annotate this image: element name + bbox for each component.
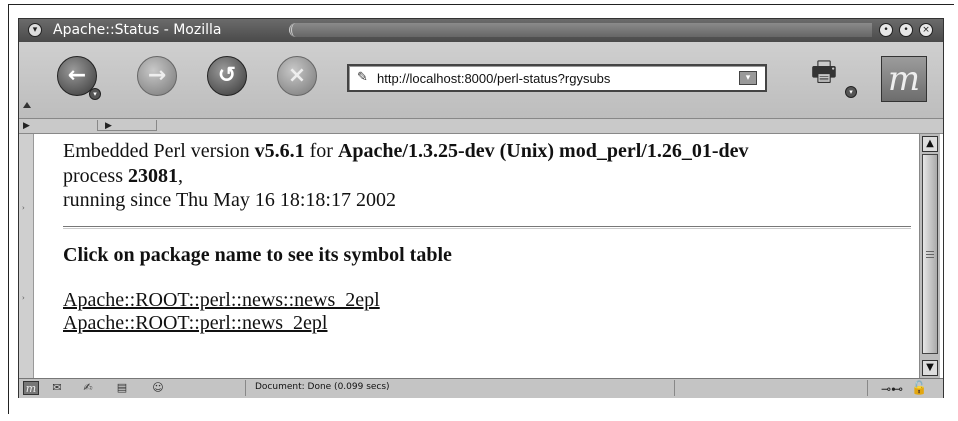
sidebar-grippy[interactable]: › ›	[19, 134, 34, 378]
back-arrow-icon: ←	[67, 63, 87, 88]
title-bar: ▾ Apache::Status - Mozilla • • ×	[19, 19, 943, 42]
process-suffix: ,	[177, 165, 183, 187]
close-icon[interactable]: ×	[919, 23, 933, 37]
status-divider	[674, 380, 675, 396]
address-book-icon[interactable]: ▤	[111, 381, 133, 395]
process-prefix: process	[63, 165, 128, 187]
status-divider	[867, 380, 868, 396]
scrollbar-thumb[interactable]	[922, 154, 938, 354]
stop-button[interactable]: ×	[277, 56, 317, 96]
window-title: Apache::Status - Mozilla	[53, 22, 222, 38]
toolbar-expand-icon-2[interactable]: ▶	[105, 121, 112, 131]
navigation-toolbar: ← ▾ → ↺ × ✎ http://localhost:8000/perl-s…	[19, 42, 943, 119]
page-frame-left	[8, 4, 9, 414]
version-mid: for	[304, 140, 338, 162]
process-id: 23081	[127, 165, 178, 187]
package-link[interactable]: Apache::ROOT::perl::news::news_2epl	[63, 289, 380, 312]
status-divider	[245, 380, 246, 396]
page-frame-top	[8, 4, 954, 5]
url-bar[interactable]: ✎ http://localhost:8000/perl-status?rgys…	[347, 64, 767, 92]
perl-version: v5.6.1	[254, 140, 305, 162]
vertical-scrollbar[interactable]: ▲ ▼	[919, 134, 940, 378]
version-line: Embedded Perl version v5.6.1 for Apache/…	[63, 140, 749, 163]
mail-icon[interactable]: ✉	[47, 381, 67, 395]
mozilla-logo-icon[interactable]: m	[881, 56, 927, 102]
print-icon: 🖶	[810, 55, 838, 88]
stop-icon: ×	[287, 63, 307, 88]
mozilla-navigator-icon[interactable]: m	[23, 381, 39, 395]
reload-button[interactable]: ↺	[207, 56, 247, 96]
reload-icon: ↺	[217, 63, 237, 88]
forward-arrow-icon: →	[147, 63, 167, 88]
sidebar-grippy-arrow-icon: ›	[22, 204, 25, 212]
status-bar: m ✉ ✍ ▤ ☺ Document: Done (0.099 secs) ⊸⊷…	[19, 378, 943, 398]
page-proxy-icon[interactable]: ✎	[357, 70, 368, 85]
chat-icon[interactable]: ☺	[147, 381, 169, 395]
symbol-table-heading: Click on package name to see its symbol …	[63, 244, 452, 266]
content-area: › › Embedded Perl version v5.6.1 for Apa…	[19, 134, 943, 378]
url-history-dropdown-icon[interactable]: ▾	[739, 71, 757, 85]
back-history-dropdown-icon[interactable]: ▾	[89, 88, 101, 100]
url-input[interactable]: http://localhost:8000/perl-status?rgysub…	[377, 71, 610, 86]
composer-icon[interactable]: ✍	[77, 381, 99, 395]
online-status-icon[interactable]: ⊸⊷	[881, 382, 903, 396]
browser-window: ▾ Apache::Status - Mozilla • • × ← ▾ → ↺…	[18, 18, 944, 398]
toolbar-expand-icon[interactable]: ▶	[23, 121, 30, 131]
scroll-up-icon[interactable]: ▲	[922, 136, 938, 152]
toolbar-collapse-icon[interactable]	[23, 102, 31, 108]
process-line: process 23081,	[63, 165, 183, 188]
page-content: Embedded Perl version v5.6.1 for Apache/…	[43, 134, 913, 378]
maximize-icon[interactable]: •	[899, 23, 913, 37]
forward-button[interactable]: →	[137, 56, 177, 96]
security-lock-icon[interactable]: 🔓	[911, 381, 927, 396]
version-prefix: Embedded Perl version	[63, 140, 255, 162]
uptime-line: running since Thu May 16 18:18:17 2002	[63, 189, 396, 211]
package-link[interactable]: Apache::ROOT::perl::news_2epl	[63, 312, 328, 335]
window-menu-icon[interactable]: ▾	[28, 23, 42, 37]
server-version: Apache/1.3.25-dev (Unix) mod_perl/1.26_0…	[337, 140, 749, 162]
status-text: Document: Done (0.099 secs)	[255, 382, 390, 392]
horizontal-rule	[63, 226, 911, 229]
personal-toolbar: ▶ ▶	[19, 119, 943, 134]
print-dropdown-icon[interactable]: ▾	[845, 86, 857, 98]
scroll-down-icon[interactable]: ▼	[922, 360, 938, 376]
title-bar-drag-handle[interactable]	[289, 23, 872, 37]
sidebar-grippy-arrow-icon-2: ›	[22, 294, 25, 302]
print-button[interactable]: 🖶	[805, 54, 843, 90]
minimize-icon[interactable]: •	[879, 23, 893, 37]
